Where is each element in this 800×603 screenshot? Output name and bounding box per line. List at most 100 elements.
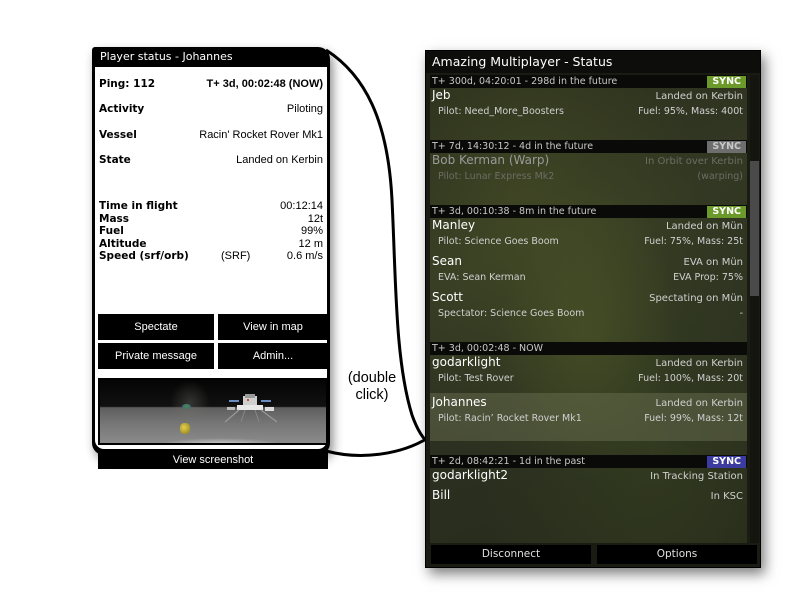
player-name: Johannes — [432, 395, 487, 409]
group-header: T+ 300d, 04:20:01 - 298d in the future S… — [430, 75, 747, 88]
player-detail: Fuel: 99%, Mass: 12t — [644, 413, 743, 424]
stat-row: Fuel 99% — [99, 225, 323, 238]
player-name: Sean — [432, 254, 462, 268]
vessel-row: Vessel Racin' Rocket Rover Mk1 — [99, 122, 323, 148]
player-entry[interactable]: Bill In KSC — [430, 488, 747, 508]
stat-value: 12t — [307, 212, 323, 225]
player-state: Spectating on Mün — [649, 293, 743, 304]
player-state: Landed on Kerbin — [655, 358, 744, 369]
player-name: Jeb — [432, 88, 451, 102]
stat-row: Speed (srf/orb) (SRF) 0.6 m/s — [99, 250, 323, 263]
player-detail: - — [739, 308, 743, 319]
group-header: T+ 3d, 00:10:38 - 8m in the future SYNC — [430, 205, 747, 218]
stat-value: 99% — [300, 225, 323, 237]
group-time: T+ 7d, 14:30:12 - 4d in the future — [432, 141, 594, 152]
stat-row: Altitude 12 m — [99, 238, 323, 251]
sky-glow — [170, 380, 210, 425]
ping-row: Ping: 112 T+ 3d, 00:02:48 (NOW) — [99, 71, 323, 97]
player-name: godarklight2 — [432, 468, 509, 482]
time-group: T+ 3d, 00:02:48 - NOW godarklight Landed … — [430, 342, 747, 441]
player-detail: Fuel: 95%, Mass: 400t — [638, 106, 743, 117]
private-message-button[interactable]: Private message — [98, 343, 214, 369]
player-status-title[interactable]: Player status - Johannes — [95, 47, 327, 67]
player-entry[interactable]: Sean EVA on Mün EVA: Sean Kerman EVA Prop:… — [430, 254, 747, 290]
stat-key: Speed (srf/orb) — [99, 250, 189, 262]
player-action-buttons: Spectate View in map Private message Adm… — [98, 314, 328, 369]
multiplayer-status-window: Amazing Multiplayer - Status T+ 300d, 04… — [425, 50, 761, 568]
group-time: T+ 300d, 04:20:01 - 298d in the future — [432, 76, 618, 87]
player-entry[interactable]: Bob Kerman (Warp) In Orbit over Kerbin Pi… — [430, 153, 747, 189]
player-vessel: Pilot: Lunar Express Mk2 — [438, 171, 555, 182]
time-group: T+ 3d, 00:10:38 - 8m in the future SYNC … — [430, 205, 747, 326]
group-time: T+ 3d, 00:10:38 - 8m in the future — [432, 206, 597, 217]
player-vessel: EVA: Sean Kerman — [438, 272, 526, 283]
player-status-window: Player status - Johannes Ping: 112 T+ 3d… — [92, 47, 330, 469]
field-value: Landed on Kerbin — [236, 154, 323, 167]
player-entry[interactable]: godarklight Landed on Kerbin Pilot: Test … — [430, 355, 747, 391]
group-header: T+ 7d, 14:30:12 - 4d in the future SYNC — [430, 140, 747, 153]
player-state: Landed on Kerbin — [655, 91, 744, 102]
player-time: T+ 3d, 00:02:48 (NOW) — [206, 77, 323, 90]
player-vessel: Spectator: Science Goes Boom — [438, 308, 585, 319]
multiplayer-status-title[interactable]: Amazing Multiplayer - Status — [426, 51, 760, 73]
player-vessel: Pilot: Test Rover — [438, 373, 514, 384]
player-entry[interactable]: Scott Spectating on Mün Spectator: Scienc… — [430, 290, 747, 326]
disconnect-button[interactable]: Disconnect — [431, 545, 591, 564]
player-name: Scott — [432, 290, 463, 304]
time-group: T+ 7d, 14:30:12 - 4d in the future SYNC … — [430, 140, 747, 189]
player-state: Landed on Kerbin — [655, 398, 744, 409]
player-entry[interactable]: Manley Landed on Mün Pilot: Science Goes … — [430, 218, 747, 254]
group-header: T+ 3d, 00:02:48 - NOW — [430, 342, 747, 355]
lander-icon — [224, 394, 278, 423]
group-time: T+ 2d, 08:42:21 - 1d in the past — [432, 456, 585, 467]
view-in-map-button[interactable]: View in map — [218, 314, 328, 340]
field-key: State — [99, 154, 131, 167]
options-button[interactable]: Options — [597, 545, 757, 564]
sync-button[interactable]: SYNC — [707, 455, 746, 468]
player-state: In Orbit over Kerbin — [645, 156, 743, 167]
kerbal-icon — [180, 423, 190, 434]
player-name: godarklight — [432, 355, 501, 369]
view-screenshot-button[interactable]: View screenshot — [98, 451, 328, 469]
player-status-body: Ping: 112 T+ 3d, 00:02:48 (NOW) Activity… — [95, 67, 328, 469]
player-name: Bill — [432, 488, 451, 502]
field-key: Activity — [99, 103, 145, 116]
player-detail: Fuel: 75%, Mass: 25t — [644, 236, 743, 247]
stat-key: Altitude — [99, 237, 147, 250]
screenshot-image — [100, 380, 326, 443]
sync-button[interactable]: SYNC — [707, 75, 746, 88]
player-detail: Fuel: 100%, Mass: 20t — [638, 373, 743, 384]
player-entry[interactable]: Jeb Landed on Kerbin Pilot: Need_More_Boo… — [430, 88, 747, 124]
player-vessel: Pilot: Need_More_Boosters — [438, 106, 564, 117]
stat-value: 12 m — [298, 237, 323, 250]
player-state: In KSC — [710, 491, 743, 502]
player-name: Bob Kerman (Warp) — [432, 153, 550, 167]
field-value: Piloting — [286, 103, 323, 116]
stat-key: Mass — [99, 212, 130, 225]
time-group: T+ 2d, 08:42:21 - 1d in the past SYNC go… — [430, 455, 747, 508]
field-value: Racin' Rocket Rover Mk1 — [199, 128, 323, 141]
time-group: T+ 300d, 04:20:01 - 298d in the future S… — [430, 75, 747, 124]
player-entry[interactable]: godarklight2 In Tracking Station — [430, 468, 747, 488]
vertical-scrollbar[interactable] — [750, 75, 759, 543]
player-detail: (warping) — [697, 171, 743, 182]
stat-key: Fuel — [99, 225, 124, 237]
player-vessel: Pilot: Racin’ Rocket Rover Mk1 — [438, 413, 582, 424]
scrollbar-thumb[interactable] — [750, 161, 759, 296]
admin-button[interactable]: Admin... — [218, 343, 328, 369]
stat-key: Time in flight — [99, 200, 178, 212]
group-header: T+ 2d, 08:42:21 - 1d in the past SYNC — [430, 455, 747, 468]
planet-icon — [182, 404, 191, 409]
stat-value: 0.6 m/s — [286, 250, 323, 262]
spectate-button[interactable]: Spectate — [98, 314, 214, 340]
caption-line: (double — [347, 370, 397, 386]
sync-button[interactable]: SYNC — [707, 205, 746, 218]
window-footer: Disconnect Options — [431, 545, 757, 564]
stat-row: Time in flight 00:12:14 — [99, 200, 323, 213]
player-vessel: Pilot: Science Goes Boom — [438, 236, 559, 247]
sync-button[interactable]: SYNC — [707, 140, 746, 153]
group-time: T+ 3d, 00:02:48 - NOW — [432, 343, 544, 354]
player-entry-selected[interactable]: Johannes Landed on Kerbin Pilot: Racin’ R… — [430, 393, 747, 441]
player-name: Manley — [432, 218, 476, 232]
screenshot-thumbnail[interactable] — [98, 378, 328, 445]
